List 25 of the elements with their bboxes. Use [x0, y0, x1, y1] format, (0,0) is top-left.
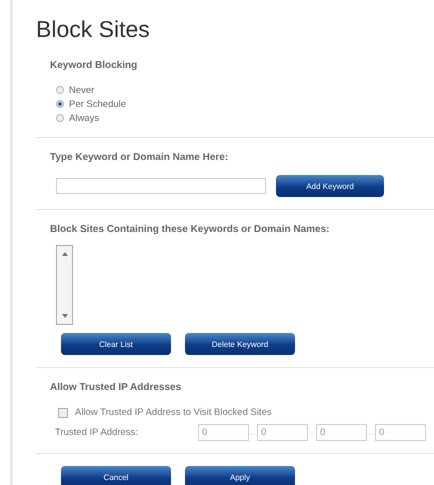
- list-action-button[interactable]: Delete Keyword: [185, 333, 295, 355]
- ip-separator: .: [250, 427, 256, 438]
- scroll-down-icon[interactable]: [62, 314, 68, 318]
- radio-button[interactable]: [56, 100, 64, 108]
- ip-separator: .: [310, 427, 314, 438]
- keyword-input-field[interactable]: [56, 178, 266, 194]
- section-heading: Block Sites Containing these Keywords or Domain Names:: [50, 224, 331, 235]
- form-button[interactable]: Apply: [185, 466, 295, 485]
- radio-button[interactable]: [56, 114, 64, 122]
- add-keyword-button[interactable]: Add Keyword: [276, 175, 384, 197]
- radio-label: Never: [69, 84, 94, 96]
- section-heading: Allow Trusted IP Addresses: [50, 382, 182, 393]
- checkbox[interactable]: [58, 408, 68, 418]
- ip-separator: .: [368, 427, 374, 438]
- radio-label: Per Schedule: [69, 98, 126, 110]
- list-action-button[interactable]: Clear List: [61, 333, 171, 355]
- section-heading: Keyword Blocking: [50, 60, 138, 71]
- form-button[interactable]: Cancel: [61, 466, 171, 485]
- checkbox-label: Allow Trusted IP Address to Visit Blocked Sites: [75, 407, 272, 418]
- field-label: Trusted IP Address:: [55, 427, 139, 438]
- page-title: Block Sites: [36, 16, 151, 44]
- scroll-up-icon[interactable]: [62, 252, 68, 256]
- radio-label: Always: [69, 112, 100, 124]
- section-heading: Type Keyword or Domain Name Here:: [50, 152, 230, 163]
- radio-button[interactable]: [56, 86, 64, 94]
